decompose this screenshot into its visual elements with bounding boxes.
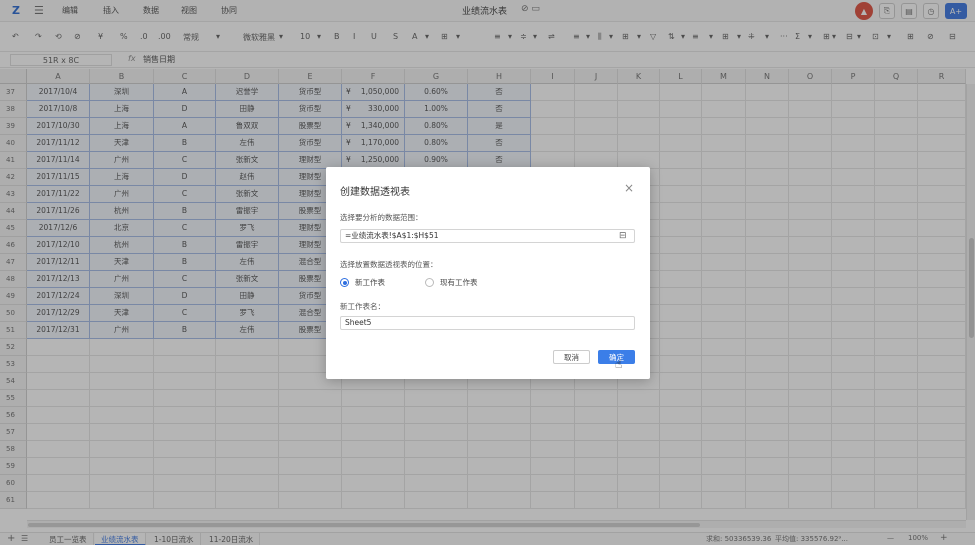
radio-existing-sheet-label[interactable]: 现有工作表: [440, 277, 478, 288]
data-range-input[interactable]: =业绩流水表!$A$1:$H$51: [340, 229, 635, 243]
close-icon[interactable]: ×: [624, 181, 634, 195]
radio-new-sheet-label[interactable]: 新工作表: [355, 277, 385, 288]
location-options: 新工作表 现有工作表: [340, 277, 478, 288]
sheet-name-label: 新工作表名：: [340, 302, 385, 311]
range-label: 选择要分析的数据范围：: [340, 213, 423, 222]
radio-new-sheet[interactable]: [340, 278, 349, 287]
create-pivot-table-dialog: 创建数据透视表 × 选择要分析的数据范围： =业绩流水表!$A$1:$H$51 …: [326, 167, 650, 379]
pointer-cursor-icon: ☝: [615, 357, 623, 371]
cancel-button[interactable]: 取消: [553, 350, 590, 364]
range-select-icon[interactable]: ⊟: [619, 231, 627, 241]
location-label: 选择放置数据透视表的位置：: [340, 260, 438, 269]
radio-existing-sheet[interactable]: [425, 278, 434, 287]
dialog-title: 创建数据透视表: [340, 187, 410, 198]
sheet-name-input[interactable]: Sheet5: [340, 316, 635, 330]
